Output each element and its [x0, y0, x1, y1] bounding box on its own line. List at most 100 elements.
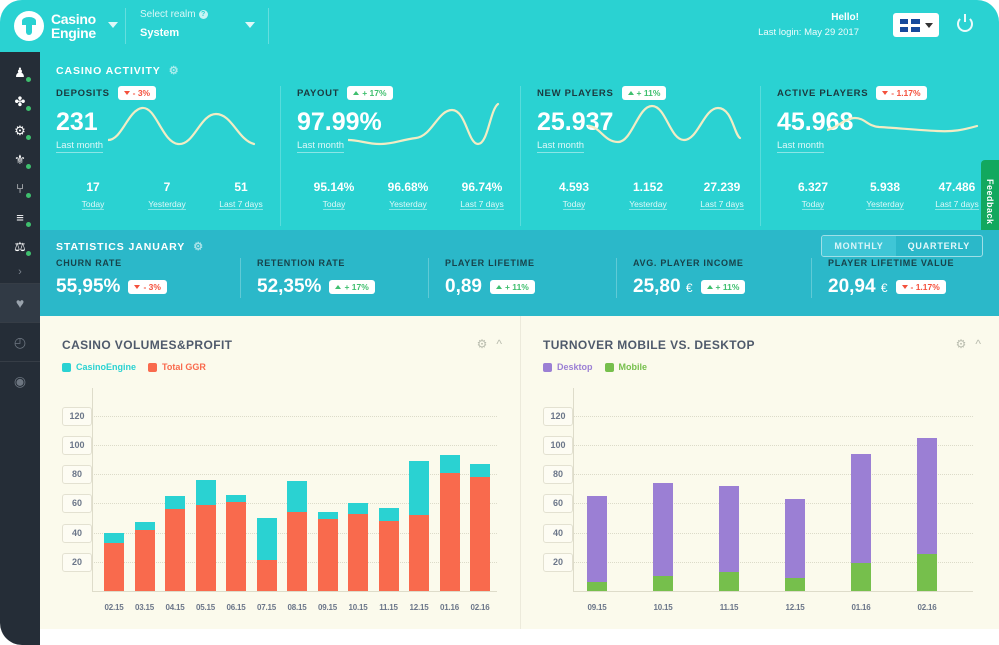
- bar-segment: [378, 507, 399, 521]
- bar-column[interactable]: [409, 460, 429, 591]
- sidebar-history[interactable]: ◴: [0, 323, 40, 361]
- heart-icon: ♥: [15, 295, 25, 311]
- power-icon[interactable]: [957, 14, 973, 32]
- status-dot: [26, 222, 31, 227]
- legend-item[interactable]: Mobile: [604, 362, 647, 372]
- question-mark-icon[interactable]: ?: [198, 10, 208, 19]
- realm-selector[interactable]: Select realm? System: [140, 9, 260, 39]
- chevron-up-icon[interactable]: ^: [975, 337, 981, 351]
- stat-value-row: 52,35% + 17%: [257, 276, 412, 298]
- bar-column[interactable]: [165, 496, 185, 591]
- sidebar-item-5[interactable]: ⑂: [0, 174, 40, 203]
- language-selector[interactable]: [893, 13, 939, 37]
- gear-icon[interactable]: ⚙: [169, 66, 179, 77]
- sidebar-item-3[interactable]: ⚙: [0, 116, 40, 145]
- chevron-down-icon: [108, 22, 118, 28]
- bar-column[interactable]: [653, 482, 673, 591]
- sidebar-item-6[interactable]: ≡: [0, 203, 40, 232]
- toggle-monthly[interactable]: MONTHLY: [822, 236, 896, 256]
- gear-icon[interactable]: ⚙: [193, 242, 203, 253]
- sidebar-item-4[interactable]: ⚜: [0, 145, 40, 174]
- footer-label: Yesterday: [389, 199, 427, 210]
- bar-chart-turnover[interactable]: 20 40 60 80 100 120 09.15 10.15 11.15 12.15 01.16 0…: [521, 384, 999, 629]
- y-axis-tick: 40: [543, 523, 573, 543]
- bar-column[interactable]: [134, 522, 155, 591]
- stat-label: CHURN RATE: [56, 258, 122, 268]
- legend-item[interactable]: Total GGR: [148, 362, 206, 372]
- bar-column[interactable]: [851, 453, 871, 591]
- sidebar-item-7[interactable]: ⚖: [0, 232, 40, 261]
- bar-column[interactable]: [378, 507, 399, 591]
- activity-card-active-players: ACTIVE PLAYERS - 1.17% 45.968 Last month 6.3…: [760, 86, 999, 226]
- activity-card-header: NEW PLAYERS + 11%: [537, 86, 744, 100]
- gridline: [573, 444, 973, 446]
- sidebar-item-2[interactable]: ✤: [0, 87, 40, 116]
- change-badge: + 17%: [347, 86, 393, 100]
- bar-column[interactable]: [470, 463, 490, 591]
- settings-user-icon: ⚙: [14, 123, 26, 138]
- sidebar-more-icon[interactable]: ›: [0, 261, 40, 283]
- bar-column[interactable]: [195, 479, 216, 591]
- bar-chart-volumes[interactable]: 20 40 60 80 100 120 02.15 03.15 04.15 05.15 06.15 0…: [40, 384, 520, 629]
- arrow-down-icon: [123, 91, 130, 95]
- legend-item[interactable]: CasinoEngine: [62, 362, 136, 372]
- x-axis-label: 02.16: [917, 603, 937, 612]
- y-axis-line: [92, 388, 93, 591]
- chevron-up-icon[interactable]: ^: [496, 337, 502, 351]
- activity-card-name: NEW PLAYERS: [537, 87, 614, 99]
- stat-label: RETENTION RATE: [257, 258, 346, 268]
- activity-footer-item: 96.74% Last 7 days: [445, 180, 519, 212]
- sidebar-watch[interactable]: ◉: [0, 362, 40, 400]
- bar-column[interactable]: [785, 498, 805, 591]
- bar-segment: [785, 577, 805, 591]
- y-axis-tick: 40: [62, 523, 92, 543]
- sidebar-item-1[interactable]: ♟: [0, 58, 40, 87]
- y-axis-tick: 120: [543, 406, 573, 426]
- bar-column[interactable]: [226, 494, 246, 591]
- greeting-text: Hello!: [831, 12, 859, 23]
- gridline: [573, 532, 973, 534]
- sidebar-bottom-list: ♥ ◴ ◉: [0, 283, 40, 400]
- legend-label: Total GGR: [162, 362, 206, 372]
- uk-flag-icon: [899, 18, 920, 32]
- bar-segment: [104, 542, 124, 591]
- bar-column[interactable]: [104, 532, 124, 591]
- footer-value: 5.938: [869, 180, 901, 194]
- bar-column[interactable]: [287, 481, 307, 591]
- bar-column[interactable]: [719, 485, 739, 591]
- casino-activity-title: CASINO ACTIVITY ⚙: [56, 65, 179, 77]
- activity-footer-item: 7 Yesterday: [130, 180, 204, 212]
- badge-text: - 1.17%: [891, 88, 921, 98]
- bar-column[interactable]: [348, 503, 368, 591]
- status-dot: [26, 164, 31, 169]
- activity-card-footer: 95.14% Today 96.68% Yesterday 96.74% Last 7 d…: [297, 180, 519, 212]
- bar-column[interactable]: [256, 517, 277, 591]
- charts-area: CASINO VOLUMES&PROFIT ⚙ ^ CasinoEngine To…: [40, 316, 999, 629]
- gear-icon[interactable]: ⚙: [477, 337, 488, 351]
- casino-volumes-panel: CASINO VOLUMES&PROFIT ⚙ ^ CasinoEngine To…: [40, 316, 520, 629]
- stat-value: 20,94 €: [828, 276, 888, 297]
- bar-segment: [165, 509, 185, 591]
- brand-dropdown-toggle[interactable]: [108, 22, 118, 28]
- activity-footer-item: 96.68% Yesterday: [371, 180, 445, 212]
- activity-footer-item: 4.593 Today: [537, 180, 611, 212]
- arrow-down-icon: [882, 91, 889, 95]
- x-axis-label: 01.16: [851, 603, 871, 612]
- badge-text: - 3%: [143, 282, 161, 292]
- stat-player-lifetime: PLAYER LIFETIME 0,89 + 11%: [428, 258, 616, 298]
- toggle-quarterly[interactable]: QUARTERLY: [896, 236, 982, 256]
- cogs-icon: ⚜: [14, 152, 26, 167]
- activity-footer-item: 17 Today: [56, 180, 130, 212]
- badge-text: + 11%: [636, 88, 661, 98]
- gear-icon[interactable]: ⚙: [956, 337, 967, 351]
- sidebar-favorites[interactable]: ♥: [0, 284, 40, 322]
- bar-column[interactable]: [439, 455, 460, 591]
- bar-column[interactable]: [917, 437, 937, 591]
- bar-column[interactable]: [317, 512, 338, 591]
- legend-item[interactable]: Desktop: [543, 362, 593, 372]
- realm-dropdown-toggle[interactable]: [245, 22, 255, 28]
- bar-column[interactable]: [587, 496, 607, 591]
- application-window: Casino Engine Select realm? System Hello…: [0, 0, 999, 645]
- brand-logo-area[interactable]: Casino Engine: [0, 0, 125, 52]
- footer-label: Today: [562, 199, 586, 210]
